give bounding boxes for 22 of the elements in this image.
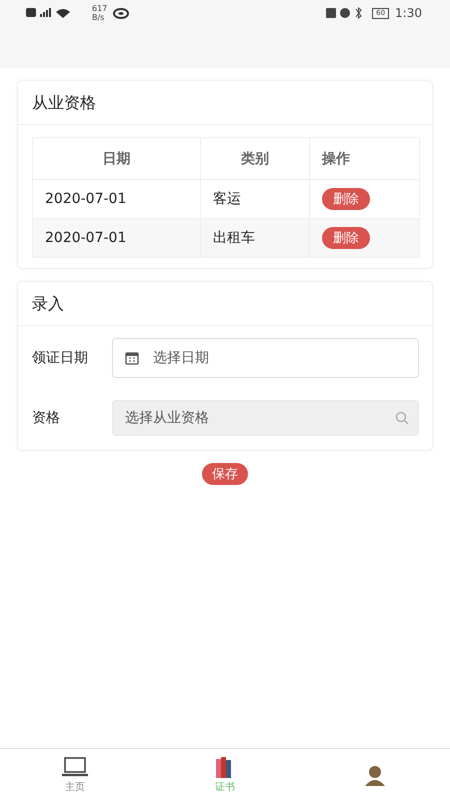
save-button[interactable]: 保存: [202, 463, 248, 485]
column-header: 操作: [310, 138, 420, 180]
column-header: 日期: [32, 138, 200, 180]
table-cell: 出租车: [200, 218, 310, 258]
search-field[interactable]: 选择从业资格: [112, 400, 419, 436]
network-speed: 617: [92, 4, 108, 13]
table-cell: 2020-07-01: [32, 218, 200, 258]
delete-button[interactable]: 删除: [322, 227, 370, 249]
speed-unit: B/s: [92, 13, 106, 22]
delete-button[interactable]: 删除: [322, 188, 370, 210]
field-label: 领证日期: [32, 349, 89, 367]
card-title: 从业资格: [18, 81, 432, 125]
column-header: 类别: [200, 138, 310, 180]
clock: 1:30: [395, 6, 422, 20]
field-label: 资格: [32, 409, 61, 427]
tab[interactable]: 主页: [0, 749, 150, 800]
date-field[interactable]: 选择日期: [112, 338, 419, 378]
eye-icon: [113, 8, 130, 18]
tab[interactable]: 证书: [150, 749, 300, 800]
laptop-icon: [61, 756, 89, 778]
search-icon: [395, 411, 409, 425]
card-title: 录入: [18, 282, 432, 326]
